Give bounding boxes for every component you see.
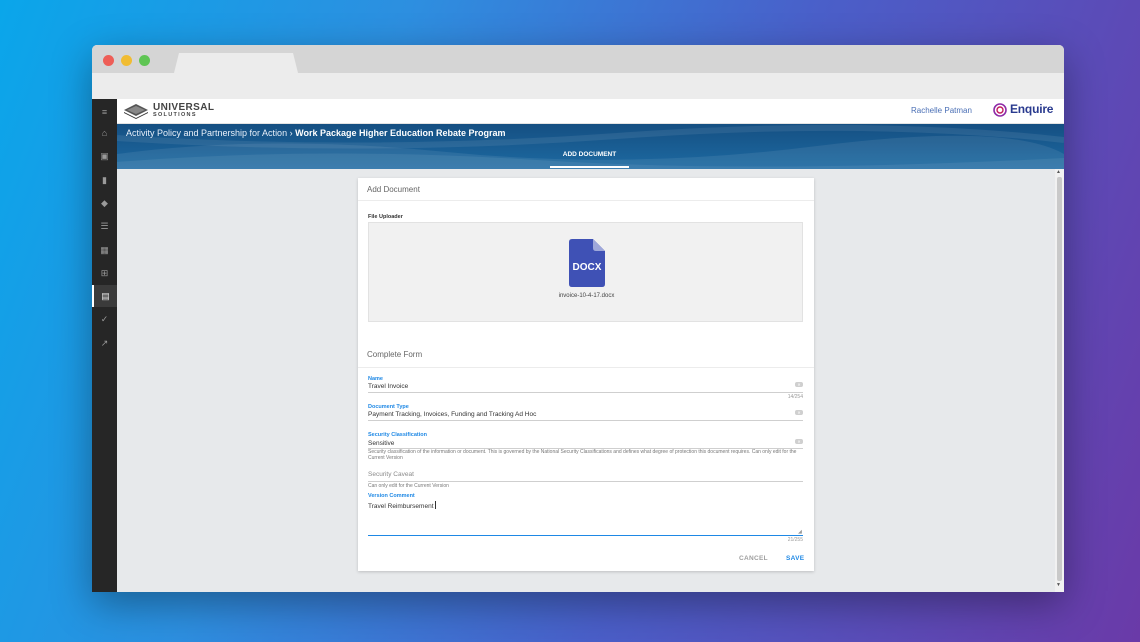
browser-tab[interactable] [174,53,298,73]
name-field[interactable]: Travel Invoice [368,383,408,390]
bookmark-icon[interactable]: ▮ [92,169,117,191]
breadcrumb-separator: › [289,128,293,138]
scroll-up-arrow-icon[interactable]: ▲ [1056,169,1061,175]
brand-name: Enquire [1010,102,1054,116]
security-caveat-underline [368,481,803,482]
active-tab-indicator [550,166,629,168]
scroll-down-arrow-icon[interactable]: ▼ [1056,582,1061,588]
clear-name-icon[interactable]: ✕ [795,382,803,387]
security-classification-field[interactable]: Sensitive [368,440,394,447]
trending-icon[interactable]: ↗ [92,332,117,354]
version-comment-underline [368,535,803,536]
logo-text-secondary: SOLUTIONS [153,112,197,118]
main-content: Add Document File Uploader DOCX invoice-… [117,169,1055,592]
universal-solutions-logo-icon[interactable] [123,103,149,119]
file-dropzone[interactable]: DOCX invoice-10-4-17.docx [368,222,803,322]
document-type-field[interactable]: Payment Tracking, Invoices, Funding and … [368,411,536,418]
card-title: Add Document [367,185,420,194]
list-icon[interactable]: ☰ [92,215,117,237]
grid-icon[interactable]: ⊞ [92,262,117,284]
version-comment-char-counter: 21/255 [787,537,803,543]
close-window-button[interactable] [103,55,114,66]
name-field-underline [368,392,803,393]
enquire-logo-icon [993,103,1007,117]
document-type-label: Document Type [368,404,409,410]
file-uploader-label: File Uploader [368,214,403,220]
dashboard-icon[interactable]: ▦ [92,239,117,261]
breadcrumb: Activity Policy and Partnership for Acti… [126,128,506,138]
contact-card-icon[interactable]: ▣ [92,145,117,167]
divider [358,200,814,201]
clear-document-type-icon[interactable]: ✕ [795,410,803,415]
sidebar: ≡ ⌂ ▣ ▮ ◆ ☰ ▦ ⊞ ▤ ✓ ↗ [92,99,117,592]
browser-window: ≡ ⌂ ▣ ▮ ◆ ☰ ▦ ⊞ ▤ ✓ ↗ UNIVERSAL SOLUTIONS Rachelle… [92,45,1064,592]
app-header: UNIVERSAL SOLUTIONS Rachelle Patman Enqu… [117,99,1064,124]
save-button[interactable]: SAVE [786,555,804,562]
user-name-link[interactable]: Rachelle Patman [911,106,972,115]
name-char-counter: 14/254 [787,394,803,400]
security-caveat-hint: Can only edit for the Current Version [368,483,449,489]
scrollbar-thumb[interactable] [1057,177,1062,581]
browser-titlebar [92,45,1064,73]
minimize-window-button[interactable] [121,55,132,66]
page-banner: Activity Policy and Partnership for Acti… [117,124,1064,169]
browser-toolbar [92,73,1064,100]
name-field-label: Name [368,376,383,382]
breadcrumb-current: Work Package Higher Education Rebate Pro… [295,128,506,138]
security-caveat-field[interactable]: Security Caveat [368,471,414,478]
maximize-window-button[interactable] [139,55,150,66]
document-type-underline [368,420,803,421]
security-classification-hint: Security classification of the informati… [368,449,797,461]
check-trend-icon[interactable]: ✓ [92,308,117,330]
clear-security-classification-icon[interactable]: ✕ [795,439,803,444]
file-type-label: DOCX [572,262,602,273]
cancel-button[interactable]: CANCEL [739,555,768,562]
version-comment-label: Version Comment [368,493,415,499]
divider [358,367,814,368]
complete-form-title: Complete Form [367,350,423,359]
tab-add-document[interactable]: ADD DOCUMENT [550,151,629,158]
page-scrollbar[interactable]: ▲ ▼ [1055,169,1064,592]
document-icon[interactable]: ▤ [92,285,117,308]
text-caret [434,501,436,509]
home-icon[interactable]: ⌂ [92,122,117,144]
uploaded-file-name: invoice-10-4-17.docx [558,293,615,299]
version-comment-textarea[interactable]: Travel Reimbursement [368,501,436,510]
breadcrumb-parent-link[interactable]: Activity Policy and Partnership for Acti… [126,128,287,138]
menu-icon[interactable]: ≡ [92,101,117,123]
layers-icon[interactable]: ◆ [92,192,117,214]
security-classification-label: Security Classification [368,432,427,438]
version-comment-text: Travel Reimbursement [368,503,434,510]
add-document-card: Add Document File Uploader DOCX invoice-… [358,178,814,571]
